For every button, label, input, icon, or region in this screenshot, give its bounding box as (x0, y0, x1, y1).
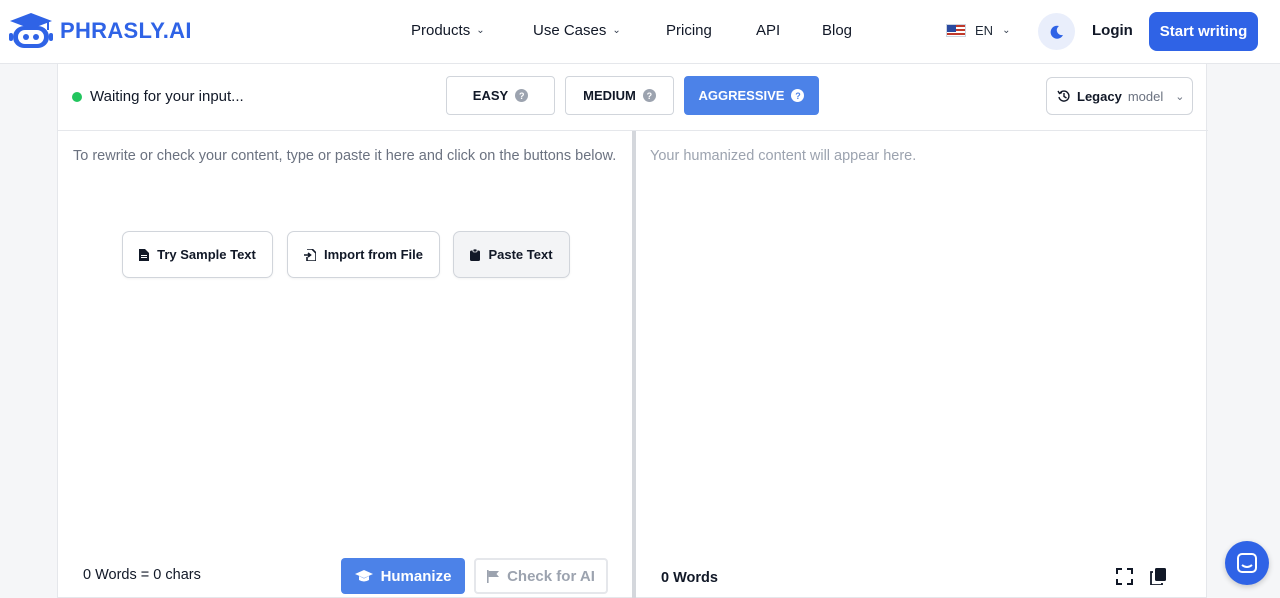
mode-easy-button[interactable]: EASY ? (446, 76, 555, 115)
output-panel: Your humanized content will appear here.… (636, 131, 1208, 598)
try-sample-text-label: Try Sample Text (157, 247, 256, 262)
model-sublabel: model (1127, 88, 1164, 104)
mode-easy-label: EASY (472, 88, 509, 103)
copy-button[interactable] (1150, 568, 1167, 590)
history-icon (1057, 90, 1070, 102)
editor-card: Waiting for your input... EASY ? MEDIUM … (57, 64, 1208, 598)
graduation-cap-icon (354, 569, 373, 581)
expand-icon (1116, 568, 1133, 585)
nav-pricing[interactable]: Pricing (666, 22, 712, 39)
word-count-label: Words = (95, 567, 150, 583)
char-count-value: 0 (153, 567, 162, 583)
nav-api[interactable]: API (756, 22, 780, 39)
status-indicator: Waiting for your input... (72, 88, 244, 105)
input-word-count: 0 Words = 0 chars (83, 567, 201, 583)
chevron-down-icon: ⌄ (476, 25, 485, 36)
nav-products-label: Products (411, 22, 471, 39)
input-placeholder[interactable]: To rewrite or check your content, type o… (73, 146, 618, 167)
output-placeholder: Your humanized content will appear here. (650, 148, 917, 164)
help-icon: ? (515, 89, 529, 102)
nav-pricing-label: Pricing (666, 22, 712, 39)
word-count-value: 0 (83, 567, 92, 583)
file-import-icon (304, 248, 317, 261)
moon-icon (1050, 25, 1063, 39)
top-navbar: PHRASLY.AI Products ⌄ Use Cases ⌄ Pricin… (0, 0, 1280, 64)
chat-icon (1237, 553, 1257, 573)
chevron-down-icon: ⌄ (1175, 90, 1185, 103)
logo-text: PHRASLY.AI (60, 18, 192, 43)
nav-blog-label: Blog (822, 22, 853, 39)
model-label: Legacy (1077, 88, 1122, 104)
flag-icon (487, 569, 500, 583)
import-from-file-button[interactable]: Import from File (287, 231, 440, 278)
copy-icon (1150, 568, 1166, 586)
help-icon: ? (791, 89, 805, 102)
dark-mode-toggle[interactable] (1038, 13, 1075, 50)
chat-widget-button[interactable] (1225, 541, 1269, 585)
logo[interactable]: PHRASLY.AI (8, 12, 192, 50)
language-code: EN (975, 23, 994, 38)
check-for-ai-button[interactable]: Check for AI (474, 558, 608, 594)
import-from-file-label: Import from File (324, 247, 423, 262)
humanize-label: Humanize (380, 567, 452, 585)
humanize-button[interactable]: Humanize (341, 558, 465, 594)
paste-text-label: Paste Text (488, 247, 553, 262)
login-link[interactable]: Login (1092, 22, 1133, 39)
mode-aggressive-label: AGGRESSIVE (698, 88, 785, 103)
check-for-ai-label: Check for AI (507, 567, 595, 585)
try-sample-text-button[interactable]: Try Sample Text (122, 231, 273, 278)
robot-logo-icon (9, 13, 53, 48)
editor-toolbar: Waiting for your input... EASY ? MEDIUM … (58, 64, 1208, 131)
char-count-label: chars (165, 567, 201, 583)
clipboard-icon (470, 248, 481, 261)
nav-blog[interactable]: Blog (822, 22, 852, 39)
language-selector[interactable]: EN ⌄ (946, 23, 1010, 38)
nav-products[interactable]: Products ⌄ (411, 22, 485, 39)
help-icon: ? (642, 89, 656, 102)
mode-medium-label: MEDIUM (583, 88, 636, 103)
start-writing-button[interactable]: Start writing (1149, 12, 1258, 51)
mode-medium-button[interactable]: MEDIUM ? (565, 76, 674, 115)
output-word-count: 0 Words (661, 570, 718, 586)
paste-text-button[interactable]: Paste Text (453, 231, 570, 278)
expand-button[interactable] (1116, 568, 1133, 590)
nav-use-cases-label: Use Cases (533, 22, 607, 39)
chevron-down-icon: ⌄ (612, 25, 621, 36)
nav-use-cases[interactable]: Use Cases ⌄ (533, 22, 621, 39)
chevron-down-icon: ⌄ (1002, 25, 1011, 36)
nav-api-label: API (756, 22, 781, 39)
us-flag-icon (946, 24, 966, 37)
model-selector[interactable]: Legacy model ⌄ (1046, 77, 1193, 115)
status-dot (72, 91, 82, 102)
input-panel[interactable]: To rewrite or check your content, type o… (58, 131, 633, 598)
mode-aggressive-button[interactable]: AGGRESSIVE ? (684, 76, 819, 115)
status-text: Waiting for your input... (90, 88, 244, 105)
document-icon (139, 248, 150, 261)
